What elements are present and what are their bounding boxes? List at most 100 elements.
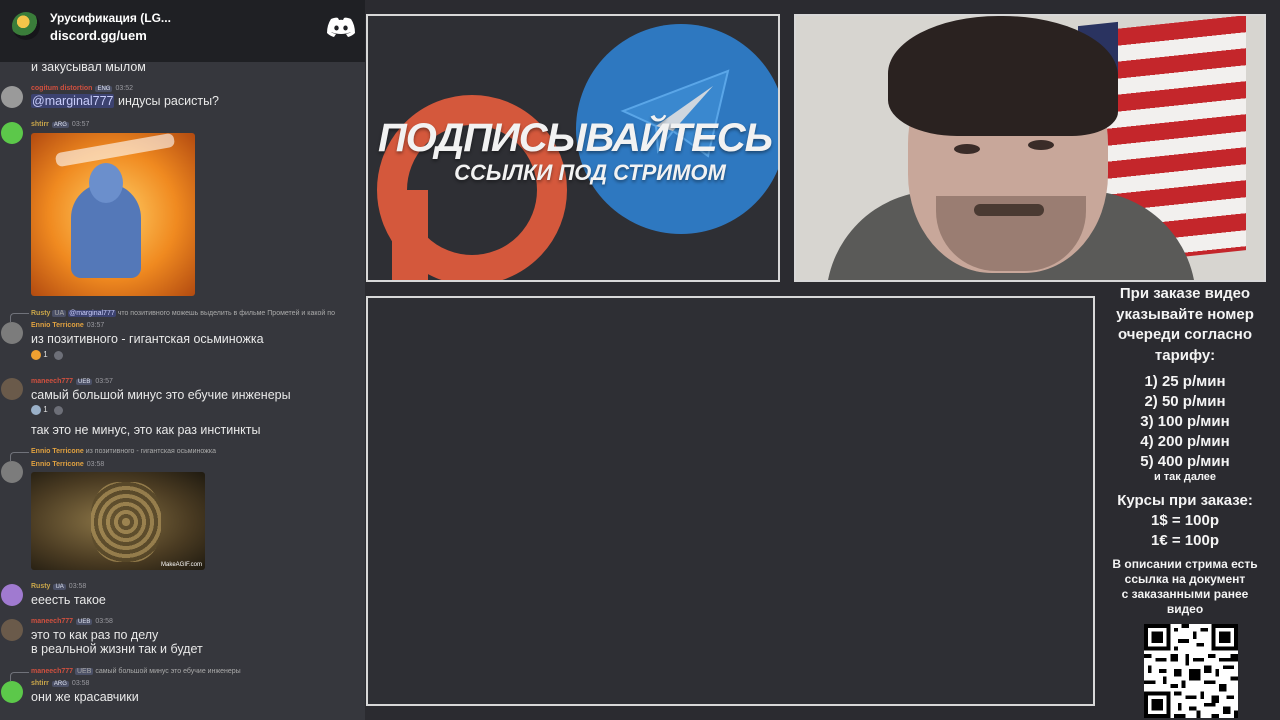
attached-image[interactable] bbox=[31, 133, 195, 296]
note-line: с заказанными ранее bbox=[1121, 587, 1249, 601]
avatar[interactable] bbox=[1, 461, 23, 483]
reply-text: самый большой минус это ебучие инженеры bbox=[95, 668, 241, 675]
chat-panel: Урусификация (LG... discord.gg/uem и зак… bbox=[0, 0, 365, 720]
info-title-line: При заказе видео bbox=[1119, 285, 1251, 302]
timestamp: 03:58 bbox=[95, 618, 113, 625]
username[interactable]: maneech777 bbox=[31, 618, 73, 625]
reply-content: Ennio Terricone из позитивного - гигантс… bbox=[31, 448, 216, 455]
tariff-etc: и так далее bbox=[1153, 471, 1217, 483]
avatar[interactable] bbox=[1, 86, 23, 108]
mention[interactable]: @marginal777 bbox=[68, 310, 116, 317]
message-text: в реальной жизни так и будет bbox=[31, 642, 203, 656]
avatar[interactable] bbox=[1, 619, 23, 641]
avatar[interactable] bbox=[1, 584, 23, 606]
reply-line bbox=[10, 452, 29, 461]
username[interactable]: shtirr bbox=[31, 121, 49, 128]
role-badge: UA bbox=[53, 584, 66, 590]
username[interactable]: Ennio Terricone bbox=[31, 322, 84, 329]
role-badge: UA bbox=[52, 310, 67, 317]
avatar[interactable] bbox=[1, 681, 23, 703]
avatar[interactable] bbox=[1, 322, 23, 344]
reply-username[interactable]: Rusty bbox=[31, 310, 50, 317]
tariff-item: 5) 400 р/мин bbox=[1140, 453, 1230, 470]
role-badge: UEB bbox=[76, 619, 93, 625]
avatar[interactable] bbox=[1, 378, 23, 400]
stream-note: В описании стрима есть ссылка на докумен… bbox=[1100, 557, 1270, 617]
note-line: видео bbox=[1166, 602, 1204, 616]
message-meta: Ennio Terricone 03:58 bbox=[31, 461, 104, 468]
message-meta: maneech777 UEB 03:58 bbox=[31, 618, 113, 625]
reply-text: из позитивного - гигантская осьминожка bbox=[85, 448, 216, 455]
timestamp: 03:58 bbox=[68, 583, 87, 590]
message-text: @marginal777 индусы расисты? bbox=[31, 94, 219, 108]
reply-text: что позитивного можешь выделить в фильме… bbox=[117, 310, 335, 317]
role-badge: UEB bbox=[74, 668, 94, 675]
message-meta: Ennio Terricone 03:57 bbox=[31, 322, 104, 329]
role-badge: UEB bbox=[76, 379, 93, 385]
add-reaction-icon[interactable] bbox=[53, 405, 63, 415]
mention[interactable]: @marginal777 bbox=[31, 94, 115, 108]
username[interactable]: shtirr bbox=[31, 680, 49, 687]
note-line: В описании стрима есть bbox=[1112, 557, 1258, 571]
figure-head bbox=[89, 163, 123, 203]
caption-shape bbox=[54, 133, 176, 168]
username[interactable]: Ennio Terricone bbox=[31, 461, 84, 468]
message-meta: Rusty UA 03:58 bbox=[31, 583, 86, 590]
reaction[interactable]: 1 bbox=[31, 405, 63, 418]
rate-item: 1$ = 100р bbox=[1151, 512, 1219, 529]
info-title-line: очереди согласно bbox=[1117, 326, 1253, 343]
qr-code bbox=[1144, 624, 1238, 718]
reply-content: maneech777 UEB самый большой минус это е… bbox=[31, 668, 241, 675]
server-invite-link[interactable]: discord.gg/uem bbox=[50, 28, 147, 43]
message-text: из позитивного - гигантская осьминожка bbox=[31, 332, 264, 346]
username[interactable]: cogitum distortion bbox=[31, 85, 92, 92]
info-title-line: тарифу: bbox=[1154, 346, 1216, 364]
rate-item: 1€ = 100р bbox=[1151, 532, 1219, 549]
reaction-count: 1 bbox=[43, 405, 48, 415]
timestamp: 03:58 bbox=[86, 461, 105, 468]
emoji-icon bbox=[31, 350, 41, 360]
avatar[interactable] bbox=[1, 122, 23, 144]
person-mustache bbox=[974, 204, 1044, 216]
tariff-item: 2) 50 р/мин bbox=[1144, 393, 1226, 410]
role-badge: ARG bbox=[51, 122, 69, 128]
message-meta: maneech777 UEB 03:57 bbox=[31, 378, 113, 385]
person-eye bbox=[954, 144, 980, 154]
message-text: еeесть такое bbox=[31, 593, 106, 607]
add-reaction-icon[interactable] bbox=[53, 350, 63, 360]
emoji-icon bbox=[31, 405, 41, 415]
tariff-item: 3) 100 р/мин bbox=[1140, 413, 1230, 430]
reply-line bbox=[10, 672, 29, 681]
webcam-feed bbox=[794, 14, 1266, 282]
gif-watermark: MakeAGIF.com bbox=[160, 562, 202, 568]
attached-gif[interactable]: MakeAGIF.com bbox=[31, 472, 205, 570]
reply-line bbox=[10, 313, 29, 322]
banner-subtitle: ССЫЛКИ ПОД СТРИМОМ bbox=[454, 160, 726, 185]
server-name: Урусификация (LG... bbox=[50, 11, 171, 25]
video-frame bbox=[366, 296, 1095, 706]
info-title-line: указывайте номер bbox=[1116, 305, 1254, 323]
message-body: индусы расисты? bbox=[117, 94, 220, 108]
message-text: это то как раз по делу bbox=[31, 628, 159, 642]
reaction-count: 1 bbox=[43, 350, 48, 360]
reply-username[interactable]: maneech777 bbox=[31, 668, 73, 675]
message-text: они же красавчики bbox=[31, 690, 139, 704]
reaction[interactable]: 1 bbox=[31, 350, 63, 363]
role-badge: ENG bbox=[95, 86, 113, 92]
username[interactable]: Rusty bbox=[31, 583, 50, 590]
tariff-list: 1) 25 р/мин 2) 50 р/мин 3) 100 р/мин 4) … bbox=[1100, 372, 1270, 472]
reply-username[interactable]: Ennio Terricone bbox=[31, 448, 84, 455]
reply-content: Rusty UA @marginal777 что позитивного мо… bbox=[31, 310, 335, 317]
server-icon bbox=[12, 12, 40, 40]
tariff-item: 4) 200 р/мин bbox=[1140, 433, 1230, 450]
tariff-item: 1) 25 р/мин bbox=[1144, 373, 1226, 390]
order-info-panel: При заказе видео указывайте номер очеред… bbox=[1100, 284, 1270, 617]
message-text: и закусывал мылом bbox=[31, 60, 146, 74]
username[interactable]: maneech777 bbox=[31, 378, 73, 385]
timestamp: 03:57 bbox=[86, 322, 105, 329]
message-meta: shtirr ARG 03:57 bbox=[31, 121, 89, 128]
person-eye bbox=[1028, 140, 1054, 150]
role-badge: ARG bbox=[51, 681, 69, 687]
gif-shape bbox=[91, 482, 161, 562]
message-meta: shtirr ARG 03:58 bbox=[31, 680, 89, 687]
